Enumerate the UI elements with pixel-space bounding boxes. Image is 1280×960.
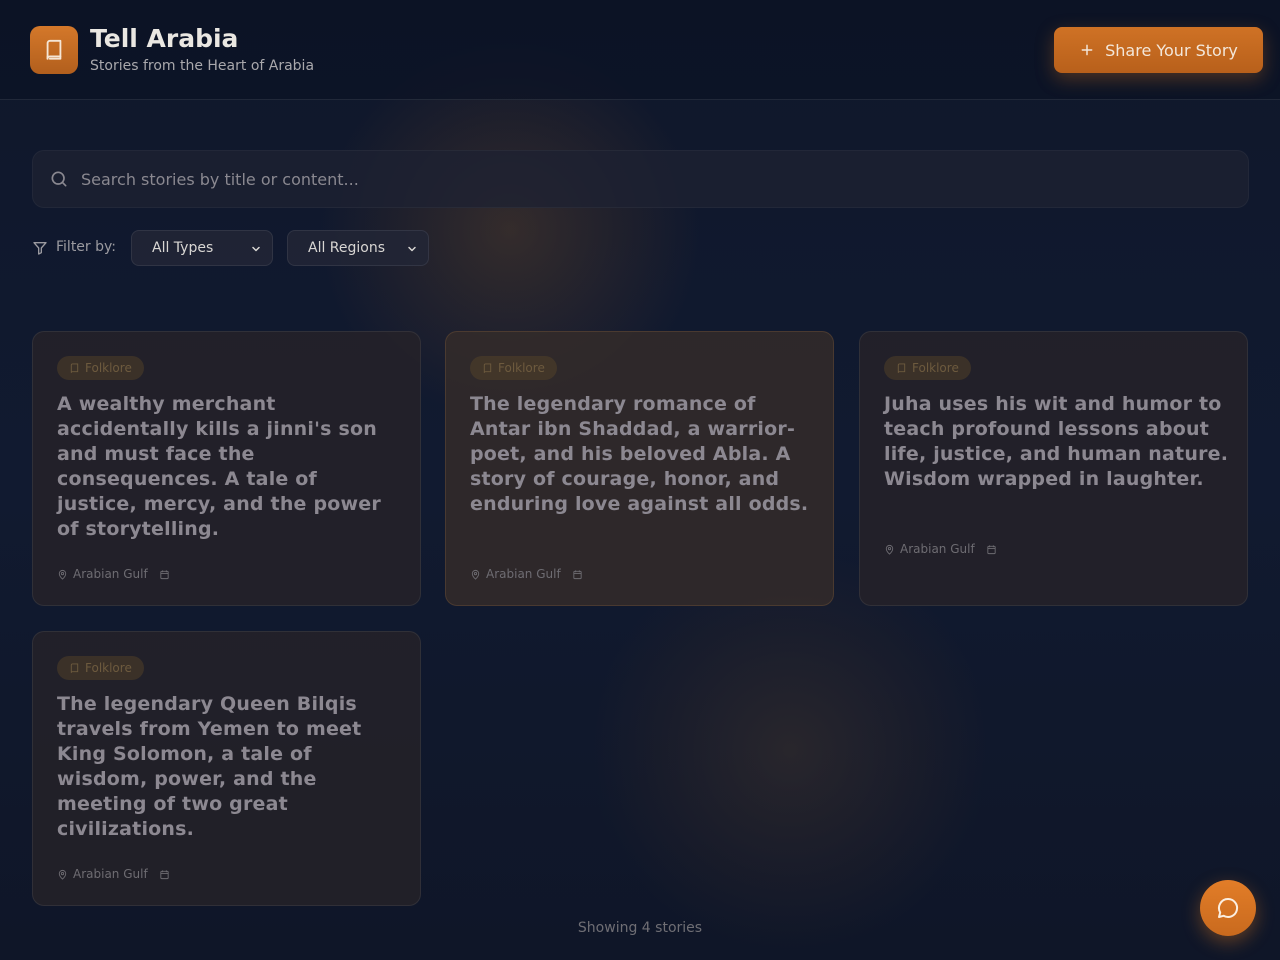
- story-type-badge: Folklore: [57, 356, 144, 380]
- region-select-value: All Regions: [308, 240, 386, 256]
- calendar-icon: [160, 869, 169, 879]
- story-type-label: Folklore: [85, 361, 132, 375]
- story-summary: Juha uses his wit and humor to teach pro…: [884, 393, 1229, 490]
- story-type-label: Folklore: [498, 361, 545, 375]
- search-bar: [32, 150, 1249, 208]
- filter-icon: [33, 242, 47, 255]
- filter-label: Filter by:: [56, 239, 116, 255]
- app-title: Tell Arabia: [90, 24, 239, 53]
- map-pin-icon: [471, 569, 480, 580]
- chat-button[interactable]: [1200, 880, 1256, 936]
- app-header: Tell Arabia Stories from the Heart of Ar…: [0, 0, 1280, 100]
- search-input[interactable]: [81, 151, 1221, 207]
- share-story-label: Share Your Story: [1105, 40, 1238, 60]
- plus-icon: [1081, 44, 1093, 56]
- app-subtitle: Stories from the Heart of Arabia: [90, 58, 315, 74]
- story-card[interactable]: Folklore A wealthy merchant accidentally…: [32, 331, 421, 606]
- story-region: Arabian Gulf: [486, 567, 561, 581]
- story-summary: The legendary Queen Bilqis travels from …: [57, 693, 362, 840]
- book-icon: [70, 362, 79, 373]
- story-region: Arabian Gulf: [73, 567, 148, 581]
- map-pin-icon: [58, 869, 67, 880]
- type-select-value: All Types: [152, 240, 214, 256]
- map-pin-icon: [885, 544, 894, 555]
- story-card[interactable]: Folklore The legendary Queen Bilqis trav…: [32, 631, 421, 906]
- map-pin-icon: [58, 569, 67, 580]
- chevron-down-icon: [252, 246, 260, 252]
- chevron-down-icon: [408, 246, 416, 252]
- calendar-icon: [987, 544, 996, 554]
- logo: [30, 26, 78, 74]
- book-icon: [70, 662, 79, 673]
- story-card[interactable]: Folklore Juha uses his wit and humor to …: [859, 331, 1248, 606]
- book-icon: [46, 39, 62, 60]
- story-type-label: Folklore: [85, 661, 132, 675]
- chat-bubble-icon: [1218, 897, 1239, 918]
- story-type-label: Folklore: [912, 361, 959, 375]
- calendar-icon: [160, 569, 169, 579]
- story-type-badge: Folklore: [470, 356, 557, 380]
- story-summary: The legendary romance of Antar ibn Shadd…: [470, 393, 809, 515]
- share-story-button[interactable]: Share Your Story: [1054, 27, 1263, 73]
- story-card[interactable]: Folklore The legendary romance of Antar …: [445, 331, 834, 606]
- story-count: Showing 4 stories: [577, 920, 703, 936]
- story-summary: A wealthy merchant accidentally kills a …: [57, 393, 381, 540]
- calendar-icon: [573, 569, 582, 579]
- story-meta: Arabian Gulf: [57, 567, 170, 581]
- story-type-badge: Folklore: [884, 356, 971, 380]
- search-icon: [51, 171, 67, 187]
- story-meta: Arabian Gulf: [470, 567, 583, 581]
- type-select[interactable]: All Types: [131, 230, 273, 266]
- story-region: Arabian Gulf: [900, 542, 975, 556]
- book-icon: [483, 362, 492, 373]
- story-meta: Arabian Gulf: [884, 542, 997, 556]
- region-select[interactable]: All Regions: [287, 230, 429, 266]
- story-type-badge: Folklore: [57, 656, 144, 680]
- story-region: Arabian Gulf: [73, 867, 148, 881]
- book-icon: [897, 362, 906, 373]
- story-meta: Arabian Gulf: [57, 867, 170, 881]
